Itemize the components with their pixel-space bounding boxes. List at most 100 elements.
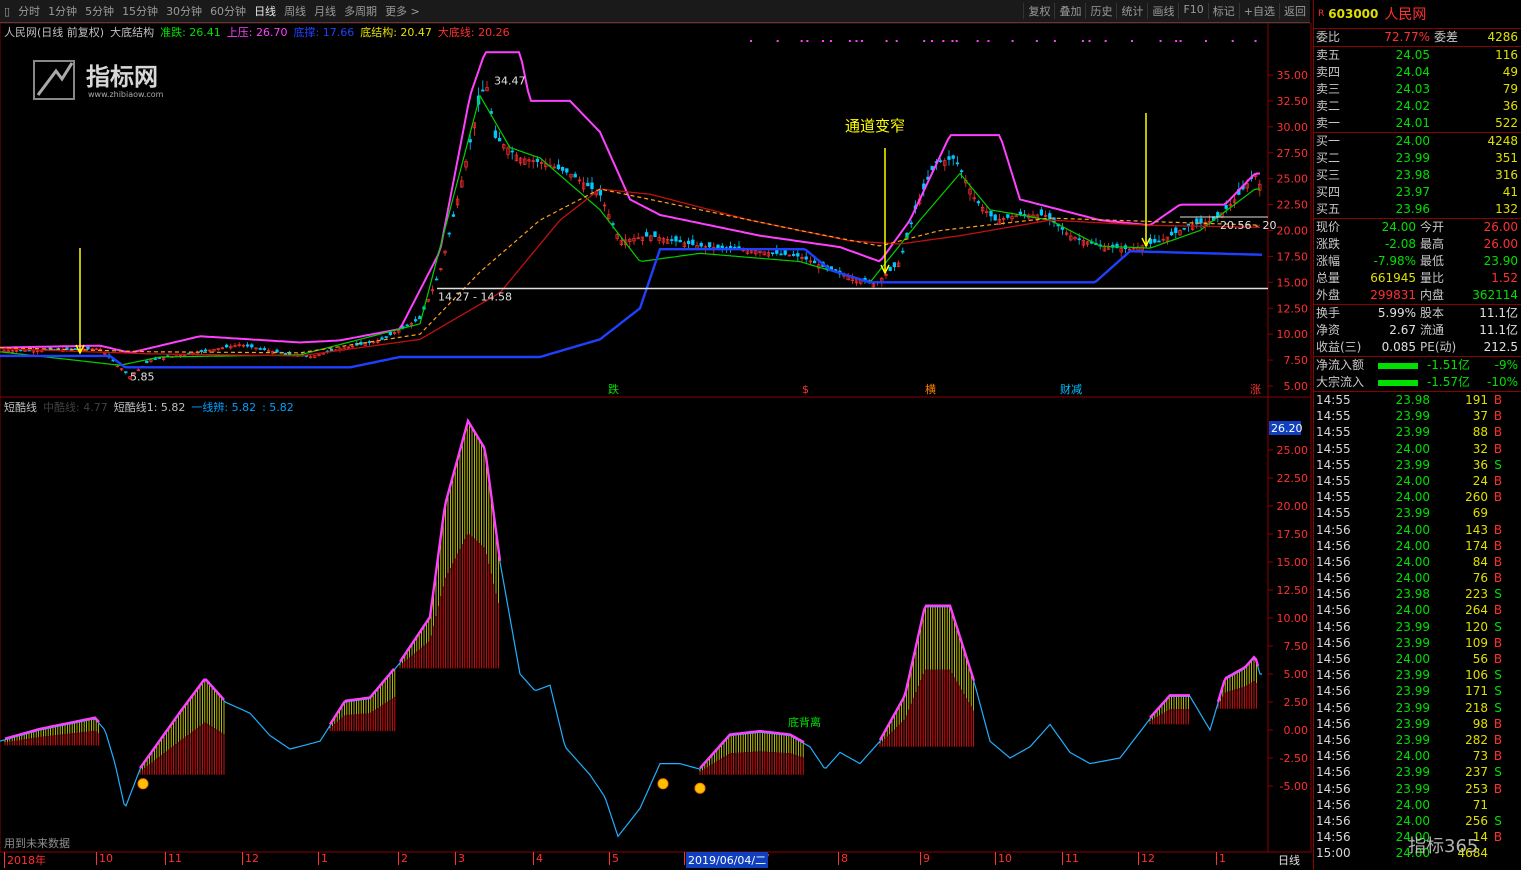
period-tab-7[interactable]: 周线 [280, 3, 310, 19]
period-tab-2[interactable]: 5分钟 [81, 3, 118, 19]
tick-side: B [1493, 716, 1503, 731]
signal-dot [951, 40, 954, 42]
main-y-tick: 32.50 [1277, 95, 1309, 108]
toolbar-action-2[interactable]: 历史 [1085, 3, 1116, 19]
ask-row[interactable]: 卖三 24.03 79 [1314, 81, 1521, 98]
tick-price: 23.99 [1395, 700, 1430, 715]
toolbar-action-0[interactable]: 复权 [1023, 3, 1054, 19]
tick-price: 24.00 [1395, 522, 1430, 537]
candle-body [691, 239, 695, 245]
tick-row: 14:56 24.00 143 B [1314, 522, 1521, 538]
period-tab-4[interactable]: 30分钟 [162, 3, 206, 19]
tick-price: 24.00 [1395, 538, 1430, 553]
period-tab-8[interactable]: 月线 [310, 3, 340, 19]
period-tab-1[interactable]: 1分钟 [44, 3, 81, 19]
candle-body [329, 348, 334, 352]
signal-dot [776, 40, 779, 42]
sub-y-tick: 15.00 [1277, 556, 1309, 569]
toolbar-action-8[interactable]: 返回 [1279, 3, 1310, 19]
bid-row[interactable]: 买三 23.98 316 [1314, 167, 1521, 184]
main-y-tick: 25.00 [1277, 173, 1309, 186]
weibi-value: 72.77% [1384, 30, 1430, 44]
toolbar-action-5[interactable]: F10 [1178, 3, 1207, 19]
quote-panel: R 603000 人民网 委比 72.77% 委差 4286 卖五 24.05 11… [1313, 0, 1521, 870]
ask-label: 卖二 [1316, 99, 1341, 113]
tick-price: 24.00 [1395, 571, 1430, 586]
candle-body [670, 239, 674, 241]
period-tab-3[interactable]: 15分钟 [118, 3, 162, 19]
main-y-tick: 22.50 [1277, 199, 1309, 212]
period-tab-10[interactable]: 更多 > [381, 3, 424, 19]
tick-side: S [1494, 668, 1502, 683]
signal-dot [848, 40, 851, 42]
stat-value-2: 26.00 [1483, 237, 1518, 251]
bid-row[interactable]: 买一 24.00 4248 [1314, 133, 1521, 150]
tick-price: 24.00 [1395, 441, 1430, 456]
stat-value-2: 11.1亿 [1479, 306, 1518, 320]
bid-volume: 316 [1495, 168, 1518, 182]
date-tick: 11 [165, 852, 182, 865]
tick-time: 14:56 [1316, 781, 1351, 796]
toolbar-action-1[interactable]: 叠加 [1054, 3, 1085, 19]
value-box-text: 26.20 [1271, 422, 1303, 435]
ask-price: 24.01 [1395, 116, 1430, 130]
signal-dot [1254, 40, 1257, 42]
period-label[interactable]: 日线 [1278, 852, 1300, 868]
chart-frame [0, 23, 1312, 853]
period-tab-0[interactable]: 分时 [14, 3, 44, 19]
candle-body [590, 182, 594, 190]
tick-side: B [1493, 538, 1503, 553]
tick-price: 23.99 [1395, 506, 1430, 521]
tick-time: 14:55 [1316, 393, 1351, 407]
ask-row[interactable]: 卖四 24.04 49 [1314, 64, 1521, 81]
tick-volume: 56 [1472, 652, 1488, 666]
stat-row: 收益(三) 0.085 PE(动) 212.5 [1314, 339, 1521, 356]
candle-body [586, 182, 590, 187]
sub-y-tick: -5.00 [1280, 780, 1308, 793]
toolbar-action-7[interactable]: +自选 [1238, 3, 1279, 19]
toolbar-action-6[interactable]: 标记 [1207, 3, 1239, 19]
kline-chart[interactable]: 35.00 32.50 30.00 27.50 25.00 22.50 20.00 17.50… [0, 23, 1312, 853]
tick-price: 24.00 [1395, 603, 1430, 618]
ask-volume: 36 [1502, 99, 1518, 113]
tick-price: 23.99 [1395, 765, 1430, 780]
bid-row[interactable]: 买五 23.96 132 [1314, 201, 1521, 218]
candle-body [418, 316, 422, 320]
tick-side [1488, 505, 1508, 521]
tick-row: 14:55 23.98 191 B [1314, 392, 1521, 408]
signal-dot [1081, 40, 1084, 42]
bid-row[interactable]: 买二 23.99 351 [1314, 150, 1521, 167]
period-tab-5[interactable]: 60分钟 [206, 3, 250, 19]
logo-text: 指标网 [86, 63, 158, 91]
bid-row[interactable]: 买四 23.97 41 [1314, 184, 1521, 201]
tick-list[interactable]: 14:55 23.98 191 B 14:55 23.99 37 B 14:55 23.99 88 B… [1314, 392, 1521, 861]
signal-dot [1011, 40, 1014, 42]
stat-value: 299831 [1370, 288, 1416, 302]
candle-body [405, 324, 409, 327]
ask-row[interactable]: 卖一 24.01 522 [1314, 115, 1521, 132]
period-tab-6[interactable]: 日线 [250, 3, 280, 19]
stat-row: 现价 24.00 今开 26.00 [1314, 219, 1521, 236]
toolbar-action-3[interactable]: 统计 [1116, 3, 1147, 19]
ask-row[interactable]: 卖五 24.05 116 [1314, 47, 1521, 64]
flow-label: 大宗流入 [1316, 375, 1365, 389]
candle-body [976, 201, 981, 204]
tick-side: S [1494, 457, 1502, 472]
tick-volume: 191 [1465, 393, 1488, 407]
candle-body [1006, 214, 1010, 218]
bid-volume: 41 [1502, 185, 1518, 199]
stat-label-2: PE(动) [1420, 340, 1457, 354]
ask-row[interactable]: 卖二 24.02 36 [1314, 98, 1521, 115]
sub-y-tick: 12.50 [1277, 584, 1309, 597]
signal-dot [1035, 40, 1038, 42]
toolbar-action-4[interactable]: 画线 [1147, 3, 1178, 19]
bid-volume: 4248 [1487, 134, 1518, 148]
tick-time: 14:56 [1316, 765, 1351, 780]
period-tab-9[interactable]: 多周期 [340, 3, 381, 19]
ask-volume: 116 [1495, 48, 1518, 62]
toolbar-menu-icon[interactable]: ▯ [0, 5, 14, 18]
tick-side: B [1493, 522, 1503, 537]
stat-value-2: 212.5 [1483, 340, 1518, 354]
candle-body [770, 252, 775, 255]
tick-volume: 171 [1465, 684, 1488, 699]
